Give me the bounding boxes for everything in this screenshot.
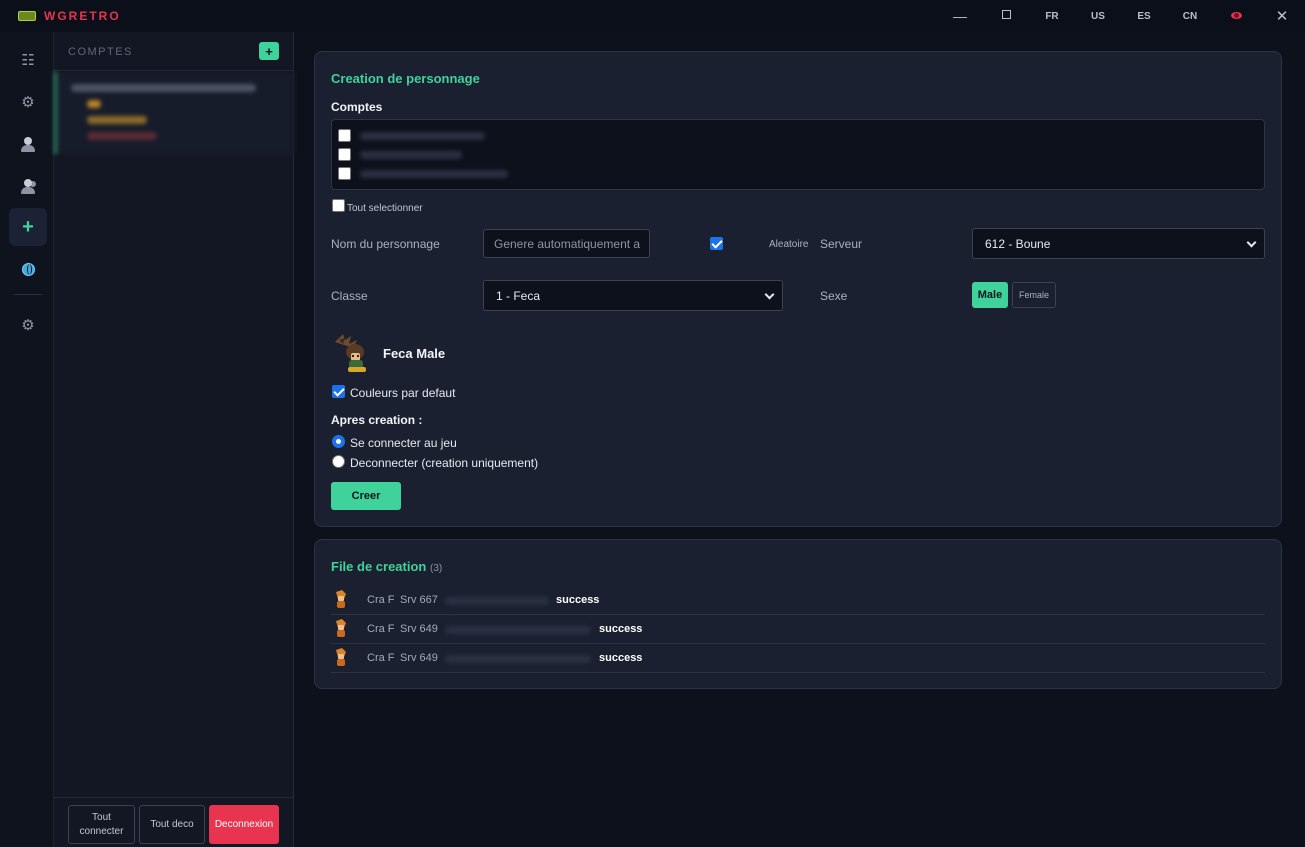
cog-icon: ⚙	[21, 317, 35, 334]
account-checkbox[interactable]	[338, 129, 351, 142]
creation-title: Creation de personnage	[331, 71, 480, 86]
preferences-button[interactable]: ⚙	[9, 306, 47, 344]
chevron-down-icon	[764, 289, 775, 300]
select-all-label: Tout selectionner	[347, 203, 423, 214]
disconnect-option-label: Deconnecter (creation uniquement)	[350, 456, 539, 470]
queue-count: (3)	[430, 563, 443, 574]
maximize-button[interactable]	[983, 10, 1029, 22]
disconnect-all-button[interactable]: Tout deco	[139, 805, 205, 844]
window-controls: — FR US ES CN ✕	[937, 0, 1305, 32]
character-preview-sprite	[335, 334, 366, 372]
account-email	[360, 170, 508, 178]
chevron-down-icon	[1246, 237, 1257, 248]
account-checkbox[interactable]	[338, 148, 351, 161]
gear-icon: ⚙	[21, 94, 35, 111]
lang-es-button[interactable]: ES	[1121, 11, 1167, 22]
after-creation-label: Apres creation :	[331, 413, 423, 427]
class-label: Classe	[331, 289, 368, 303]
character-name-input[interactable]: Genere automatiquement a	[483, 229, 650, 258]
user-icon	[21, 136, 35, 152]
maximize-icon	[1001, 10, 1011, 19]
preview-name: Feca Male	[383, 346, 446, 361]
random-label: Aleatoire	[769, 239, 809, 250]
cra-female-icon	[336, 619, 346, 637]
globe-icon	[21, 262, 35, 276]
create-character-button[interactable]: +	[9, 208, 47, 246]
queue-class: Cra F	[367, 623, 395, 635]
close-button[interactable]: ✕	[1259, 7, 1305, 25]
connect-radio[interactable]	[332, 435, 345, 448]
connect-option-label: Se connecter au jeu	[350, 436, 457, 450]
cra-female-icon	[336, 648, 346, 666]
lang-us-button[interactable]: US	[1075, 11, 1121, 22]
creation-queue-card: File de creation (3) Cra F Srv 667 succe…	[314, 539, 1282, 689]
list-view-button[interactable]: ☷	[9, 41, 47, 79]
queue-server: Srv 649	[400, 623, 438, 635]
accounts-panel: COMPTES + Tout connecter Tout deco Decon…	[54, 32, 294, 847]
divider	[54, 70, 294, 71]
visibility-toggle[interactable]	[1213, 11, 1259, 22]
connect-all-button[interactable]: Tout connecter	[68, 805, 135, 844]
sex-label: Sexe	[820, 289, 848, 303]
logout-button[interactable]: Deconnexion	[209, 805, 279, 844]
queue-row: Cra F Srv 649 success	[331, 615, 1265, 644]
queue-status: success	[599, 652, 643, 664]
class-select-value: 1 - Feca	[496, 288, 541, 303]
character-creation-card: Creation de personnage Comptes Tout sele…	[314, 51, 1282, 527]
default-colors-label: Couleurs par defaut	[350, 386, 456, 400]
queue-account	[445, 655, 591, 663]
queue-status: success	[599, 623, 643, 635]
accounts-label: Comptes	[331, 100, 383, 114]
queue-account	[445, 626, 591, 634]
app-title: WGRETRO	[44, 9, 121, 23]
accounts-footer: Tout connecter Tout deco Deconnexion	[54, 797, 294, 847]
queue-class: Cra F	[367, 594, 395, 606]
server-select-value: 612 - Boune	[985, 236, 1051, 251]
accounts-list	[331, 119, 1265, 190]
select-all-checkbox[interactable]	[332, 199, 345, 212]
default-colors-checkbox[interactable]	[332, 385, 345, 398]
lang-fr-button[interactable]: FR	[1029, 11, 1075, 22]
account-card[interactable]	[54, 72, 294, 154]
account-checkbox[interactable]	[338, 167, 351, 180]
add-account-button[interactable]: +	[259, 42, 279, 60]
plus-icon: +	[22, 215, 34, 238]
title-bar: WGRETRO — FR US ES CN ✕	[0, 0, 1305, 32]
queue-account	[445, 597, 549, 605]
queue-title: File de creation (3)	[331, 559, 442, 574]
nav-rail: ☷ ⚙ + ⚙	[0, 32, 54, 847]
queue-class: Cra F	[367, 652, 395, 664]
account-email	[360, 132, 485, 140]
disconnect-radio[interactable]	[332, 455, 345, 468]
sex-male-button[interactable]: Male	[972, 282, 1008, 308]
account-button[interactable]	[9, 125, 47, 163]
sex-female-button[interactable]: Female	[1012, 282, 1056, 308]
app-logo-icon	[18, 11, 36, 21]
random-name-checkbox[interactable]	[710, 237, 723, 250]
server-select[interactable]: 612 - Boune	[972, 228, 1265, 259]
queue-status: success	[556, 594, 600, 606]
minimize-button[interactable]: —	[937, 8, 983, 24]
queue-title-text: File de creation	[331, 559, 427, 574]
queue-server: Srv 667	[400, 594, 438, 606]
settings-button[interactable]: ⚙	[9, 83, 47, 121]
queue-row: Cra F Srv 649 success	[331, 644, 1265, 673]
rail-divider	[14, 294, 42, 295]
cra-female-icon	[336, 590, 346, 608]
accounts-heading: COMPTES	[68, 46, 133, 58]
server-label: Serveur	[820, 237, 863, 251]
users-icon	[21, 178, 36, 194]
lang-cn-button[interactable]: CN	[1167, 11, 1213, 22]
queue-server: Srv 649	[400, 652, 438, 664]
name-label: Nom du personnage	[331, 237, 440, 251]
servers-button[interactable]	[9, 250, 47, 288]
list-icon: ☷	[21, 52, 35, 69]
queue-row: Cra F Srv 667 success	[331, 586, 1265, 615]
class-select[interactable]: 1 - Feca	[483, 280, 783, 311]
accounts-group-button[interactable]	[9, 167, 47, 205]
create-button[interactable]: Creer	[331, 482, 401, 510]
eye-icon	[1230, 11, 1242, 19]
account-email	[360, 151, 462, 159]
